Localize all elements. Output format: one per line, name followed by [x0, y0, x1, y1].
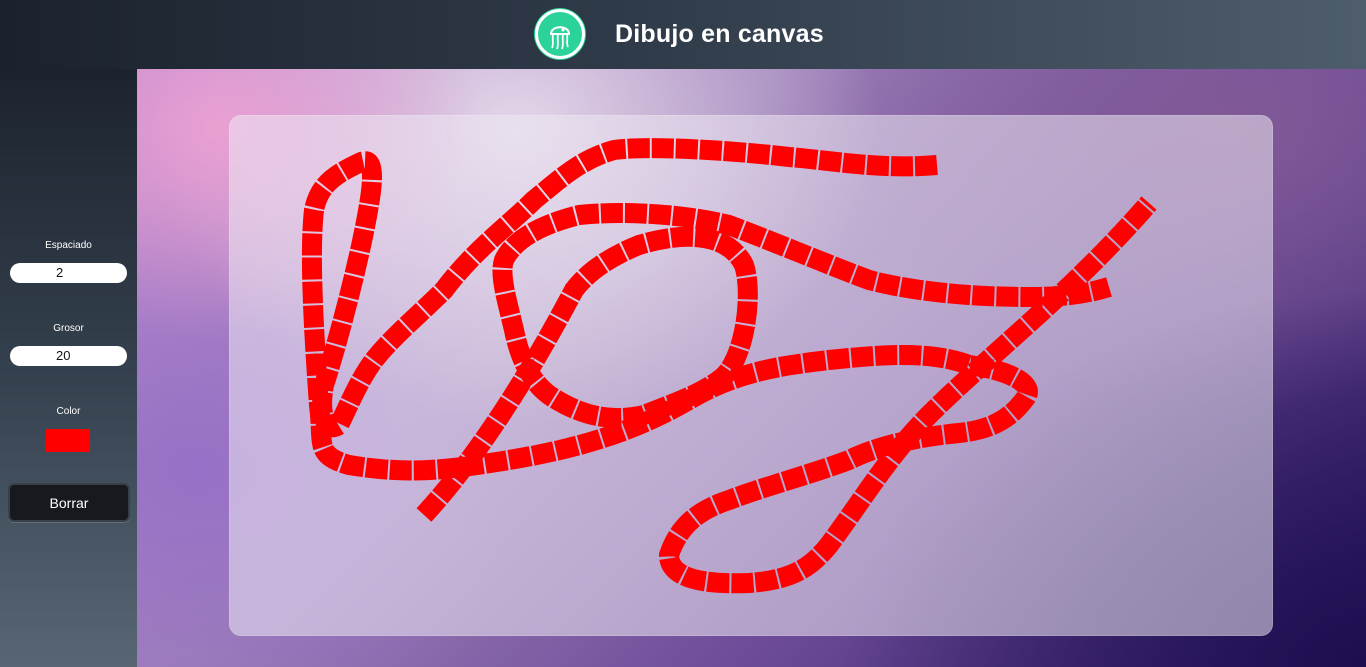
app-header: Dibujo en canvas	[0, 0, 1366, 69]
clear-button[interactable]: Borrar	[8, 483, 130, 522]
color-label: Color	[56, 406, 81, 417]
thickness-input[interactable]	[10, 346, 127, 366]
color-picker[interactable]	[46, 429, 90, 452]
spacing-label: Espaciado	[45, 240, 92, 251]
page-title: Dibujo en canvas	[615, 20, 824, 48]
sidebar: Espaciado Grosor Color Borrar	[0, 69, 137, 667]
thickness-label: Grosor	[53, 323, 84, 334]
jellyfish-icon	[535, 9, 585, 59]
drawing-canvas[interactable]	[229, 115, 1273, 636]
stroke-group	[301, 138, 1157, 594]
drawing-strokes	[301, 138, 1157, 594]
spacing-input[interactable]	[10, 263, 127, 283]
